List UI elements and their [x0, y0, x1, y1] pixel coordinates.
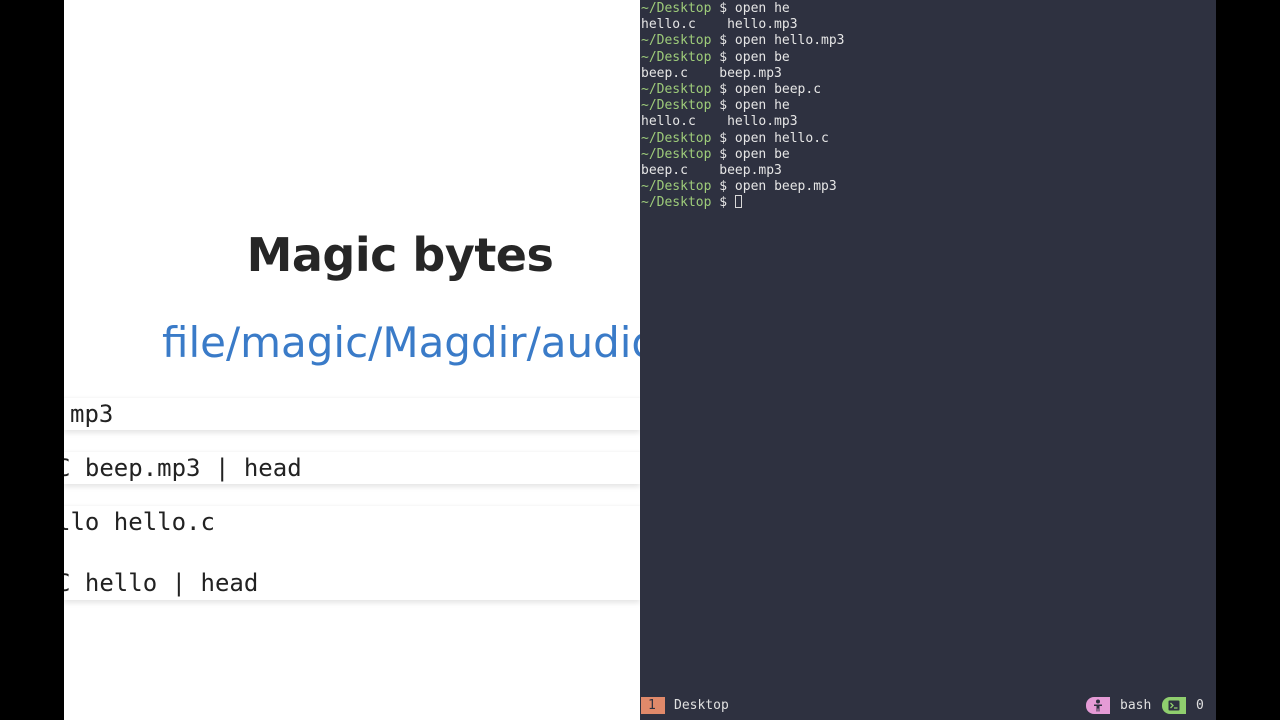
- presentation-slide: Magic bytes file/magic/Magdir/audio mp3 …: [64, 0, 640, 720]
- prompt-cwd: ~/Desktop: [641, 130, 712, 146]
- terminal-line: ~/Desktop $ open hello.c: [641, 131, 845, 147]
- line-text: $: [711, 195, 735, 211]
- code-block: C beep.mp3 | head: [64, 452, 640, 484]
- terminal-line: hello.c hello.mp3: [641, 114, 845, 130]
- terminal-output: ~/Desktop $ open he hello.c hello.mp3 ~/…: [641, 1, 845, 211]
- prompt-cwd: ~/Desktop: [641, 1, 712, 16]
- code-block: mp3: [64, 398, 640, 430]
- code-block: llo hello.c o C hello | head: [64, 506, 640, 600]
- prompt-cwd: ~/Desktop: [641, 146, 712, 162]
- terminal-line: beep.c beep.mp3: [641, 163, 845, 179]
- pane-count: 0: [1196, 698, 1204, 713]
- line-text: hello.c hello.mp3: [641, 114, 798, 130]
- screen-border: [1216, 0, 1280, 720]
- code-line: C beep.mp3 | head: [64, 454, 302, 482]
- terminal-line: hello.c hello.mp3: [641, 17, 845, 33]
- line-text: $ open hello.c: [711, 130, 829, 146]
- line-text: $ open be: [711, 49, 790, 65]
- terminal-icon: [1162, 697, 1186, 714]
- line-text: $ open be: [711, 146, 790, 162]
- terminal-line: beep.c beep.mp3: [641, 66, 845, 82]
- terminal-line: ~/Desktop $ open he: [641, 1, 845, 17]
- terminal-line: ~/Desktop $ open beep.c: [641, 82, 845, 98]
- terminal-line: ~/Desktop $ open be: [641, 147, 845, 163]
- shell-name: bash: [1120, 698, 1152, 713]
- prompt-cwd: ~/Desktop: [641, 179, 712, 195]
- terminal-line: ~/Desktop $ open hello.mp3: [641, 33, 845, 49]
- prompt-cwd: ~/Desktop: [641, 49, 712, 65]
- line-text: beep.c beep.mp3: [641, 162, 782, 178]
- terminal-icon-glyph: [1168, 700, 1180, 711]
- slide-title: Magic bytes: [246, 228, 554, 282]
- terminal-line: ~/Desktop $ open be: [641, 50, 845, 66]
- line-text: hello.c hello.mp3: [641, 17, 798, 33]
- terminal-prompt-line[interactable]: ~/Desktop $: [641, 195, 845, 211]
- magic-file-link[interactable]: file/magic/Magdir/audio: [162, 318, 640, 367]
- window-name[interactable]: Desktop: [674, 697, 729, 714]
- code-line: llo hello.c: [64, 508, 215, 536]
- line-text: $ open hello.mp3: [711, 33, 845, 49]
- code-line: C hello | head: [64, 569, 259, 597]
- person-icon: [1086, 697, 1110, 714]
- terminal-cursor[interactable]: [734, 195, 742, 209]
- prompt-cwd: ~/Desktop: [641, 195, 712, 211]
- terminal-window[interactable]: ~/Desktop $ open he hello.c hello.mp3 ~/…: [640, 0, 1216, 720]
- prompt-cwd: ~/Desktop: [641, 98, 712, 114]
- line-text: $ open he: [711, 1, 790, 16]
- terminal-line: ~/Desktop $ open he: [641, 98, 845, 114]
- prompt-cwd: ~/Desktop: [641, 33, 712, 49]
- person-icon-glyph: [1094, 699, 1102, 712]
- prompt-cwd: ~/Desktop: [641, 81, 712, 97]
- line-text: beep.c beep.mp3: [641, 65, 782, 81]
- terminal-line: ~/Desktop $ open beep.mp3: [641, 179, 845, 195]
- line-text: $ open beep.c: [711, 81, 822, 97]
- tmux-status-bar: 1 Desktop bash 0: [640, 697, 1216, 715]
- code-line: mp3: [70, 400, 114, 428]
- line-text: $ open beep.mp3: [711, 179, 837, 195]
- window-index[interactable]: 1: [641, 697, 665, 714]
- line-text: $ open he: [711, 98, 790, 114]
